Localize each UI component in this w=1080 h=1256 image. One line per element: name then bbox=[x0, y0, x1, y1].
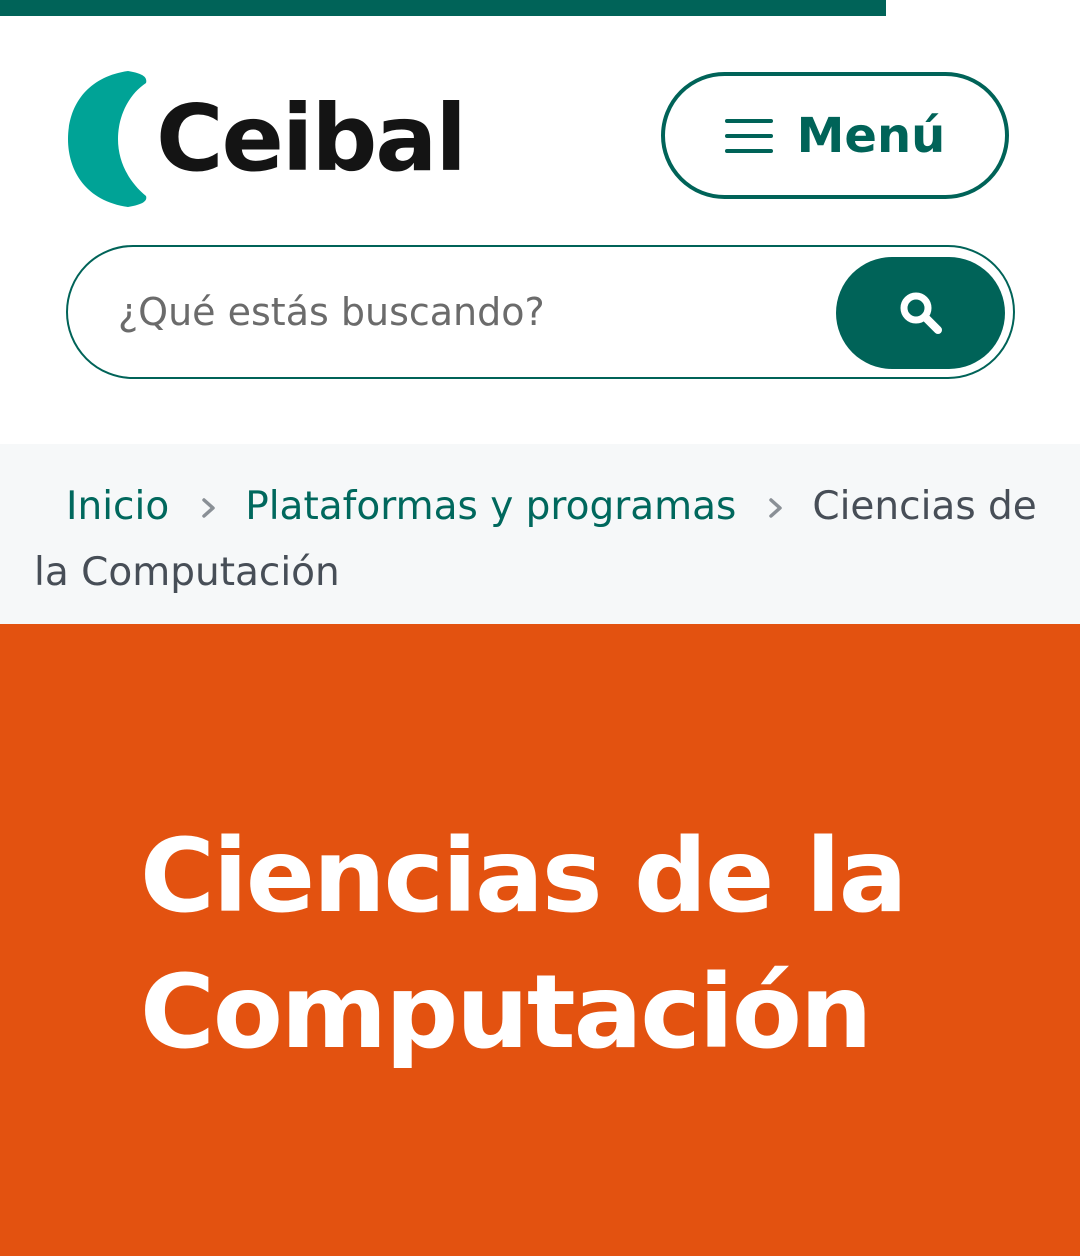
search-button[interactable] bbox=[836, 257, 1005, 369]
page: Ceibal Menú Inicio Plataformas y programa… bbox=[0, 0, 1080, 1256]
menu-label: Menú bbox=[796, 107, 946, 164]
breadcrumb-link-plataformas[interactable]: Plataformas y programas bbox=[245, 484, 736, 529]
page-load-progress-bar bbox=[0, 0, 1080, 16]
site-header: Ceibal Menú bbox=[0, 16, 1080, 444]
ceibal-logo-text: Ceibal bbox=[156, 85, 467, 192]
search-icon bbox=[900, 292, 942, 334]
breadcrumb-link-inicio[interactable]: Inicio bbox=[66, 484, 169, 529]
chevron-right-icon bbox=[769, 498, 783, 518]
hamburger-icon bbox=[724, 118, 773, 153]
ceibal-logo[interactable]: Ceibal bbox=[68, 71, 467, 207]
menu-button[interactable]: Menú bbox=[661, 72, 1009, 199]
page-title: Ciencias de la Computación bbox=[140, 817, 908, 1072]
search-bar bbox=[66, 245, 1015, 379]
page-load-progress-fill bbox=[0, 0, 886, 16]
breadcrumb: Inicio Plataformas y programas Ciencias de… bbox=[0, 444, 1080, 624]
hero-banner: Ciencias de la Computación bbox=[0, 624, 1080, 1256]
ceibal-logo-mark-icon bbox=[68, 71, 147, 207]
chevron-right-icon bbox=[202, 498, 215, 518]
search-input[interactable] bbox=[118, 277, 818, 347]
